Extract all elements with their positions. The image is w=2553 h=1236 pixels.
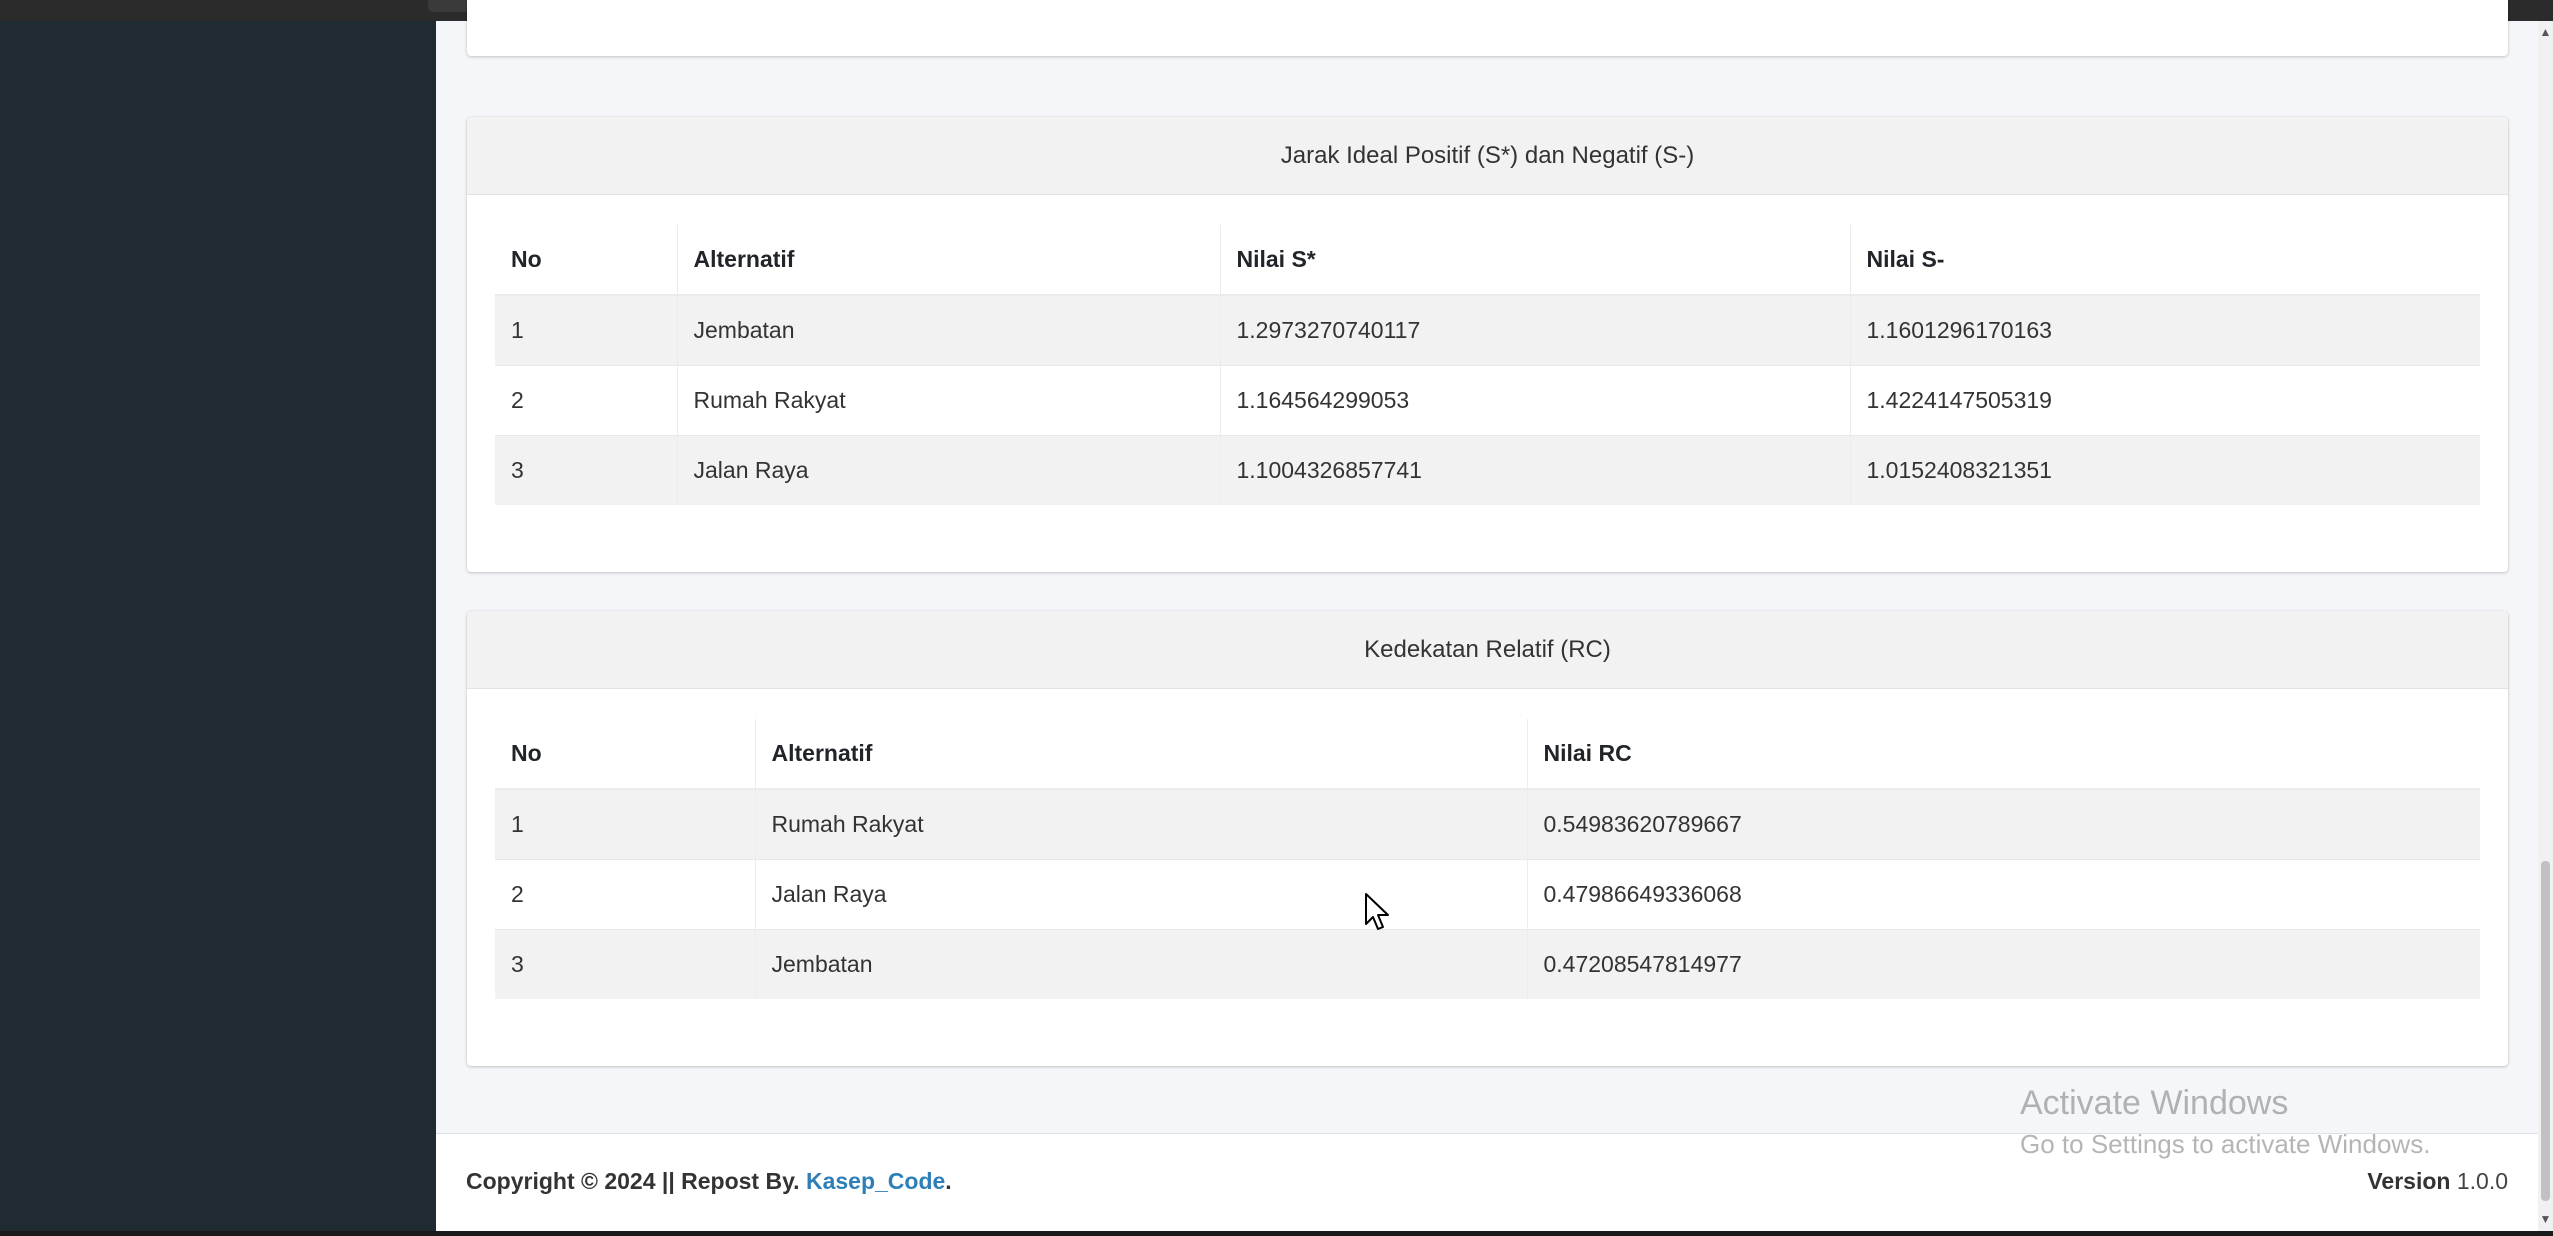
cell-no: 3	[495, 434, 677, 505]
cell-no: 1	[495, 788, 755, 859]
table-row: 1 Rumah Rakyat 0.54983620789667	[495, 788, 2480, 859]
table-row: 3 Jalan Raya 1.1004326857741 1.015240832…	[495, 434, 2480, 505]
cell-nilai-s-plus: 1.164564299053	[1219, 364, 1850, 435]
footer-version: Version 1.0.0	[2367, 1168, 2508, 1195]
version-label: Version	[2367, 1168, 2451, 1194]
copyright-dot: .	[945, 1168, 952, 1194]
cell-alternatif: Rumah Rakyat	[754, 788, 1527, 859]
scroll-down-arrow-icon[interactable]: ▼	[2538, 1212, 2553, 1227]
table-row: 3 Jembatan 0.47208547814977	[495, 928, 2480, 999]
column-header-no: No	[495, 719, 755, 790]
author-link[interactable]: Kasep_Code	[806, 1168, 945, 1194]
taskbar-edge	[0, 1231, 2553, 1236]
sidebar	[0, 21, 436, 1231]
cell-nilai-s-plus: 1.2973270740117	[1219, 294, 1850, 365]
relative-closeness-table: No Alternatif Nilai RC 1 Rumah Rakyat 0.…	[495, 719, 2480, 999]
cell-no: 1	[495, 294, 677, 365]
cell-alternatif: Rumah Rakyat	[676, 364, 1220, 435]
cell-no: 3	[495, 928, 755, 999]
ideal-distance-card: Jarak Ideal Positif (S*) dan Negatif (S-…	[467, 117, 2508, 572]
table-header-row: No Alternatif Nilai S* Nilai S-	[495, 225, 2480, 296]
cell-nilai-s-minus: 1.0152408321351	[1849, 434, 2480, 505]
previous-card-bottom	[467, 0, 2508, 56]
ideal-distance-card-title: Jarak Ideal Positif (S*) dan Negatif (S-…	[467, 117, 2508, 195]
column-header-nilai-s-minus: Nilai S-	[1849, 225, 2480, 296]
cell-nilai-s-minus: 1.4224147505319	[1849, 364, 2480, 435]
cell-nilai-rc: 0.54983620789667	[1526, 788, 2480, 859]
column-header-nilai-rc: Nilai RC	[1526, 719, 2480, 790]
cell-nilai-s-plus: 1.1004326857741	[1219, 434, 1850, 505]
cell-nilai-rc: 0.47208547814977	[1526, 928, 2480, 999]
table-row: 2 Rumah Rakyat 1.164564299053 1.42241475…	[495, 364, 2480, 435]
watermark-line-1: Activate Windows	[2020, 1084, 2289, 1122]
cell-no: 2	[495, 858, 755, 929]
watermark-line-2: Go to Settings to activate Windows.	[2020, 1129, 2431, 1159]
copyright-text: Copyright © 2024 || Repost By.	[466, 1168, 806, 1194]
scrollbar-thumb[interactable]	[2541, 861, 2550, 1201]
ideal-distance-table: No Alternatif Nilai S* Nilai S- 1 Jembat…	[495, 225, 2480, 505]
cell-no: 2	[495, 364, 677, 435]
cell-nilai-s-minus: 1.1601296170163	[1849, 294, 2480, 365]
mouse-cursor-icon	[1365, 893, 1389, 930]
column-header-alternatif: Alternatif	[676, 225, 1220, 296]
page-scrollbar[interactable]: ▲ ▼	[2538, 21, 2553, 1231]
relative-closeness-card: Kedekatan Relatif (RC) No Alternatif Nil…	[467, 611, 2508, 1066]
cell-alternatif: Jalan Raya	[676, 434, 1220, 505]
activate-windows-watermark: Activate Windows Go to Settings to activ…	[2020, 1084, 2430, 1160]
scroll-up-arrow-icon[interactable]: ▲	[2538, 25, 2553, 40]
column-header-alternatif: Alternatif	[754, 719, 1527, 790]
table-row: 2 Jalan Raya 0.47986649336068	[495, 858, 2480, 929]
cell-alternatif: Jembatan	[754, 928, 1527, 999]
cell-nilai-rc: 0.47986649336068	[1526, 858, 2480, 929]
footer-copyright: Copyright © 2024 || Repost By. Kasep_Cod…	[466, 1168, 952, 1195]
table-header-row: No Alternatif Nilai RC	[495, 719, 2480, 790]
relative-closeness-card-title: Kedekatan Relatif (RC)	[467, 611, 2508, 689]
table-row: 1 Jembatan 1.2973270740117 1.16012961701…	[495, 294, 2480, 365]
cell-alternatif: Jembatan	[676, 294, 1220, 365]
cell-alternatif: Jalan Raya	[754, 858, 1527, 929]
column-header-no: No	[495, 225, 677, 296]
column-header-nilai-s-plus: Nilai S*	[1219, 225, 1850, 296]
version-value: 1.0.0	[2456, 1168, 2508, 1194]
